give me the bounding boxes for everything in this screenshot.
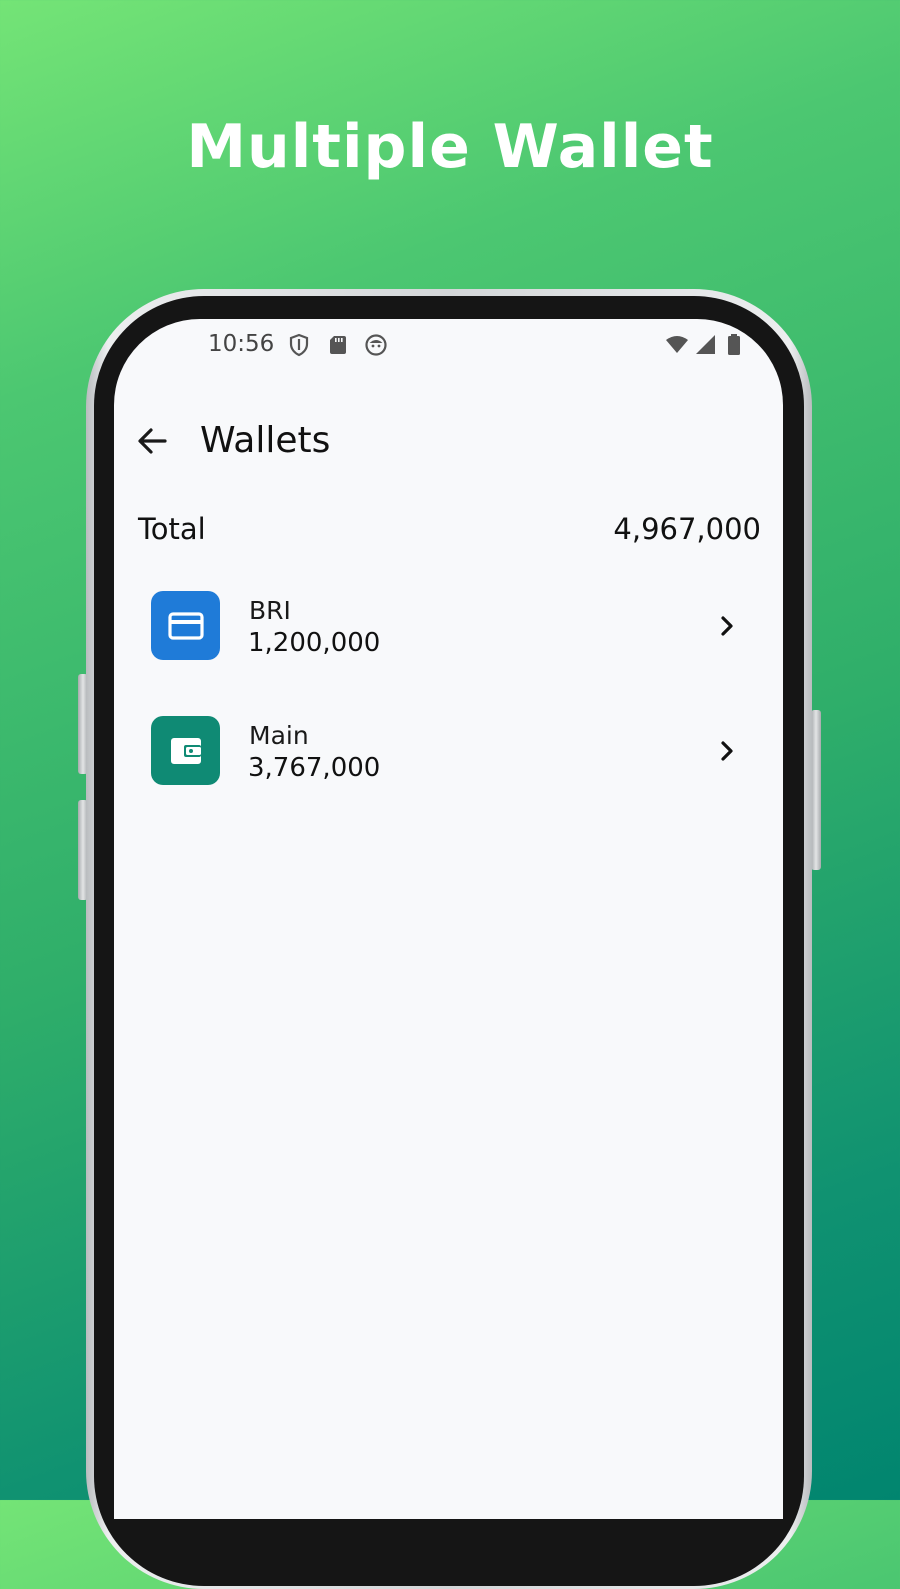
credit-card-icon xyxy=(167,611,204,640)
wallet-icon xyxy=(170,737,201,764)
chevron-right-icon xyxy=(721,741,733,761)
phone-screen: 10:56 Wallets Total 4,967,000 BRI 1,200,… xyxy=(114,319,783,1519)
sd-card-icon xyxy=(330,336,346,354)
wallet-row-main[interactable]: Main 3,767,000 xyxy=(114,706,783,806)
total-label: Total xyxy=(138,512,206,546)
face-icon xyxy=(365,334,387,356)
total-value: 4,967,000 xyxy=(613,512,761,546)
wallet-badge-main xyxy=(151,716,220,785)
chevron-right-icon xyxy=(721,616,733,636)
signal-icon xyxy=(696,335,715,354)
wallet-amount: 3,767,000 xyxy=(248,753,381,783)
headline: Multiple Wallet xyxy=(186,112,714,182)
wallet-name: Main xyxy=(249,721,309,750)
wallet-name: BRI xyxy=(249,596,291,625)
wallet-row-bri[interactable]: BRI 1,200,000 xyxy=(114,581,783,681)
status-time: 10:56 xyxy=(208,331,275,357)
back-arrow-icon[interactable] xyxy=(132,421,172,461)
wallet-badge-bri xyxy=(151,591,220,660)
wallet-amount: 1,200,000 xyxy=(248,628,381,658)
battery-icon xyxy=(728,334,740,355)
page-title: Wallets xyxy=(200,420,331,461)
shield-icon xyxy=(289,333,309,357)
power-button xyxy=(811,710,821,870)
wifi-icon xyxy=(666,336,688,353)
